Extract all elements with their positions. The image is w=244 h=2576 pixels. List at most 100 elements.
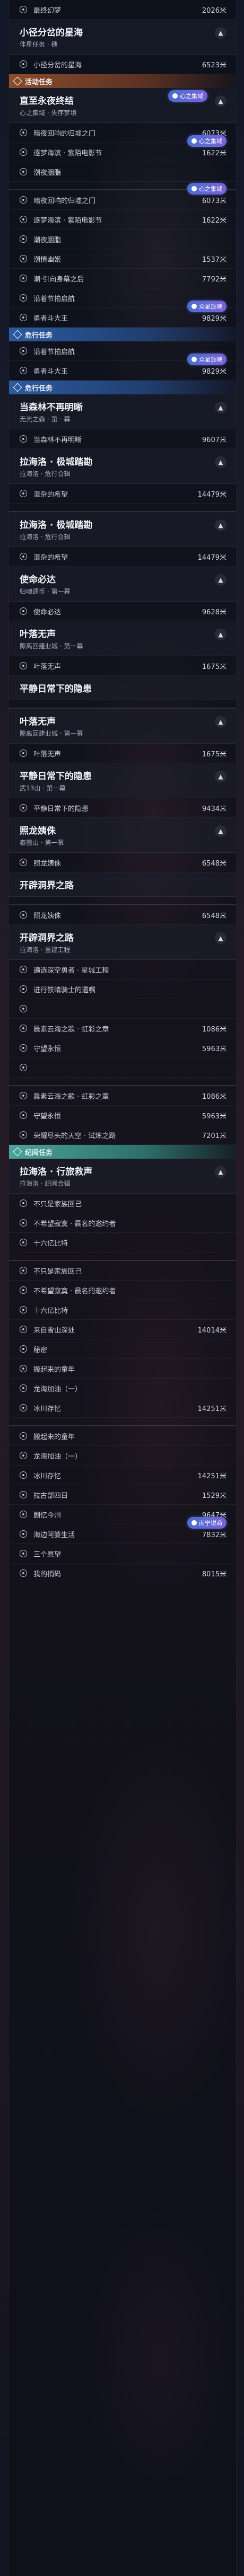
quest-header[interactable]: 小径分岔的星海 伴星任务 · 穗 ▲ xyxy=(9,20,236,55)
badge-label: 心之集域 xyxy=(180,93,203,100)
quest-objective-row[interactable]: 混杂的希望 14479米 xyxy=(9,547,236,567)
quest-objective-row[interactable]: 当森林不再明晰 9607米 xyxy=(9,429,236,449)
quest-objective-row[interactable]: 不只是家族回己 xyxy=(9,1261,236,1281)
objective-label: 搬起来的童年 xyxy=(33,1365,75,1374)
quest-objective-row[interactable]: 守望永恒 5963米 xyxy=(9,1038,236,1058)
quest-objective-row[interactable]: 拉古部四日 1529米 xyxy=(9,1485,236,1505)
quest-header[interactable]: 拉海洛 · 极城踏勘 拉海洛 · 危行合辑 ▲ xyxy=(9,449,236,484)
quest-objective-row[interactable]: 进行铁晴骑士的遗嘱 xyxy=(9,980,236,999)
quest-header[interactable]: 照龙姨侏 泰茵山 · 第一幕 ▲ xyxy=(9,818,236,853)
quest-objective-row[interactable]: 逐梦海滨 · 紫陌电影节 1622米 心之集域 xyxy=(9,135,236,162)
quest-objective-row[interactable]: 晨素云海之歌 · 虹彩之章 1086米 xyxy=(9,1019,236,1038)
quest-objective-row[interactable]: 搬起来的童年 xyxy=(9,1426,236,1446)
target-icon xyxy=(20,1471,27,1479)
quest-objective-row[interactable]: 使命必达 9628米 xyxy=(9,602,236,621)
category-label: 危行任务 xyxy=(25,331,53,340)
quest-objective-row[interactable]: 潮情幽姬 1537米 xyxy=(9,249,236,269)
quest-objective-row[interactable]: 海边阿婆生活 7832米 南宁锐商 xyxy=(9,1517,236,1544)
event-badge[interactable]: 心之集域 xyxy=(187,135,226,147)
quest-objective-row[interactable]: 逐梦海滨 · 紫陌电影节 1622米 xyxy=(9,210,236,230)
target-icon xyxy=(20,1092,27,1099)
quest-header[interactable]: 叶落无声 隙离回建业城 · 第一幕 ▲ xyxy=(9,709,236,744)
quest-header[interactable]: 当森林不再明晰 无光之森 · 第一幕 ▲ xyxy=(9,394,236,429)
quest-objective-row[interactable] xyxy=(9,999,236,1019)
collapse-chevron-icon[interactable]: ▲ xyxy=(215,402,226,413)
event-badge[interactable]: 心之集域 xyxy=(168,90,207,102)
quest-category-header[interactable]: 危行任务 xyxy=(9,381,236,394)
quest-objective-row[interactable]: 龙海加油（一） xyxy=(9,1446,236,1466)
collapse-chevron-icon[interactable]: ▲ xyxy=(215,574,226,586)
collapse-chevron-icon[interactable]: ▲ xyxy=(215,771,226,782)
event-badge[interactable]: 南宁锐商 xyxy=(187,1517,226,1529)
quest-objective-row[interactable]: 最终幻梦 2026米 xyxy=(9,0,236,20)
collapse-chevron-icon[interactable]: ▲ xyxy=(215,519,226,531)
quest-objective-row[interactable]: 秘密 xyxy=(9,1339,236,1359)
quest-objective-row[interactable]: 照龙姨侏 6548米 xyxy=(9,905,236,925)
target-icon xyxy=(20,60,27,68)
collapse-chevron-icon[interactable]: ▲ xyxy=(215,716,226,728)
collapse-chevron-icon[interactable]: ▲ xyxy=(215,27,226,39)
quest-category-header[interactable]: 危行任务 xyxy=(9,328,236,341)
collapse-chevron-icon[interactable]: ▲ xyxy=(215,825,226,837)
quest-header[interactable]: 拉海洛 · 行旅救声 拉海洛 · 纪闻合辑 ▲ xyxy=(9,1159,236,1194)
collapse-chevron-icon[interactable]: ▲ xyxy=(215,95,226,107)
quest-objective-row[interactable]: 小径分岔的星海 6523米 xyxy=(9,55,236,74)
quest-objective-row[interactable]: 荣耀尽头的天空 · 试炼之路 7201米 xyxy=(9,1125,236,1145)
quest-objective-row[interactable]: 不只是家族回己 xyxy=(9,1194,236,1213)
quest-category-header[interactable]: 纪闻任务 xyxy=(9,1145,236,1159)
quest-objective-row[interactable]: 潮夜胭脂 xyxy=(9,162,236,182)
target-icon xyxy=(20,1306,27,1313)
quest-objective-row[interactable] xyxy=(9,1058,236,1078)
quest-objective-row[interactable]: 暗夜回响的归墟之门 6073米 心之集域 xyxy=(9,183,236,210)
target-icon xyxy=(20,1452,27,1459)
quest-objective-row[interactable]: 冰川存忆 14251米 xyxy=(9,1398,236,1418)
target-icon xyxy=(20,6,27,13)
quest-list-panel[interactable]: 最终幻梦 2026米 小径分岔的星海 伴星任务 · 穗 ▲ 小径分岔的星海 6523米 活动任… xyxy=(8,0,237,2576)
quest-header[interactable]: 平静日常下的隐患 xyxy=(9,676,236,700)
event-badge[interactable]: 心之集域 xyxy=(187,183,226,195)
quest-header[interactable]: 平静日常下的隐患 武13山 · 第一幕 ▲ xyxy=(9,763,236,798)
quest-objective-row[interactable]: 叶落无声 1675米 xyxy=(9,744,236,763)
quest-objective-row[interactable]: 混杂的希望 14479米 xyxy=(9,484,236,504)
collapse-chevron-icon[interactable]: ▲ xyxy=(215,1166,226,1178)
collapse-chevron-icon[interactable]: ▲ xyxy=(215,932,226,944)
quest-objective-row[interactable]: 不希望寂寞 · 晨名的邀约者 xyxy=(9,1213,236,1233)
quest-objective-row[interactable]: 潮·引向身幕之后 7792米 xyxy=(9,269,236,288)
objective-distance: 14014米 xyxy=(197,1326,226,1335)
quest-objective-row[interactable]: 遍选深空勇者 · 星城工程 xyxy=(9,960,236,980)
quest-header[interactable]: 直至永夜终结 心之集域 · 失序梦境 ▲ 心之集域 xyxy=(9,88,236,123)
quest-objective-row[interactable]: 叶落无声 1675米 xyxy=(9,656,236,676)
quest-objective-row[interactable]: 守望永恒 5963米 xyxy=(9,1106,236,1125)
quest-header[interactable]: 开辟洞界之路 xyxy=(9,872,236,897)
quest-objective-row[interactable]: 冰川存忆 14251米 xyxy=(9,1466,236,1485)
category-icon xyxy=(13,76,22,86)
quest-objective-row[interactable]: 潮夜胭脂 xyxy=(9,230,236,249)
quest-objective-row[interactable]: 十六亿比特 xyxy=(9,1233,236,1252)
objective-label: 海边阿婆生活 xyxy=(33,1531,75,1539)
quest-objective-row[interactable]: 勇者斗大王 9829米 众星放映 xyxy=(9,354,236,381)
quest-objective-row[interactable]: 平静日常下的隐患 9434米 xyxy=(9,798,236,818)
quest-objective-row[interactable]: 三个愿望 xyxy=(9,1544,236,1564)
quest-objective-row[interactable]: 搬起来的童年 xyxy=(9,1359,236,1379)
quest-category-header[interactable]: 活动任务 xyxy=(9,74,236,88)
quest-header[interactable]: 使命必达 归魂遗币 · 第一幕 ▲ xyxy=(9,567,236,602)
event-badge[interactable]: 众星放映 xyxy=(187,301,226,312)
quest-objective-row[interactable]: 十六亿比特 xyxy=(9,1300,236,1320)
quest-objective-row[interactable]: 不希望寂寞 · 晨名的邀约者 xyxy=(9,1281,236,1300)
category-icon xyxy=(13,330,22,339)
quest-header[interactable]: 开辟洞界之路 拉海洛 · 重建工程 ▲ xyxy=(9,925,236,960)
collapse-chevron-icon[interactable]: ▲ xyxy=(215,629,226,640)
event-badge[interactable]: 众星放映 xyxy=(187,354,226,365)
quest-header[interactable]: 拉海洛 · 极城踏勘 拉海洛 · 危行合辑 ▲ xyxy=(9,512,236,547)
collapse-chevron-icon[interactable]: ▲ xyxy=(215,456,226,468)
objective-label: 不只是家族回己 xyxy=(33,1200,82,1208)
quest-objective-row[interactable]: 我的捎码 8015米 xyxy=(9,1564,236,1583)
quest-objective-row[interactable]: 来自雪山深处 14014米 xyxy=(9,1320,236,1339)
quest-header[interactable]: 叶落无声 隙离回建业城 · 第一幕 ▲ xyxy=(9,621,236,656)
quest-objective-row[interactable]: 照龙姨侏 6548米 xyxy=(9,853,236,872)
target-icon xyxy=(20,1111,27,1119)
quest-objective-row[interactable]: 龙海加油（一） xyxy=(9,1379,236,1398)
quest-objective-row[interactable]: 勇者斗大王 9829米 众星放映 xyxy=(9,301,236,328)
quest-objective-row[interactable]: 晨素云海之歌 · 虹彩之章 1086米 xyxy=(9,1086,236,1106)
target-icon xyxy=(20,1025,27,1032)
